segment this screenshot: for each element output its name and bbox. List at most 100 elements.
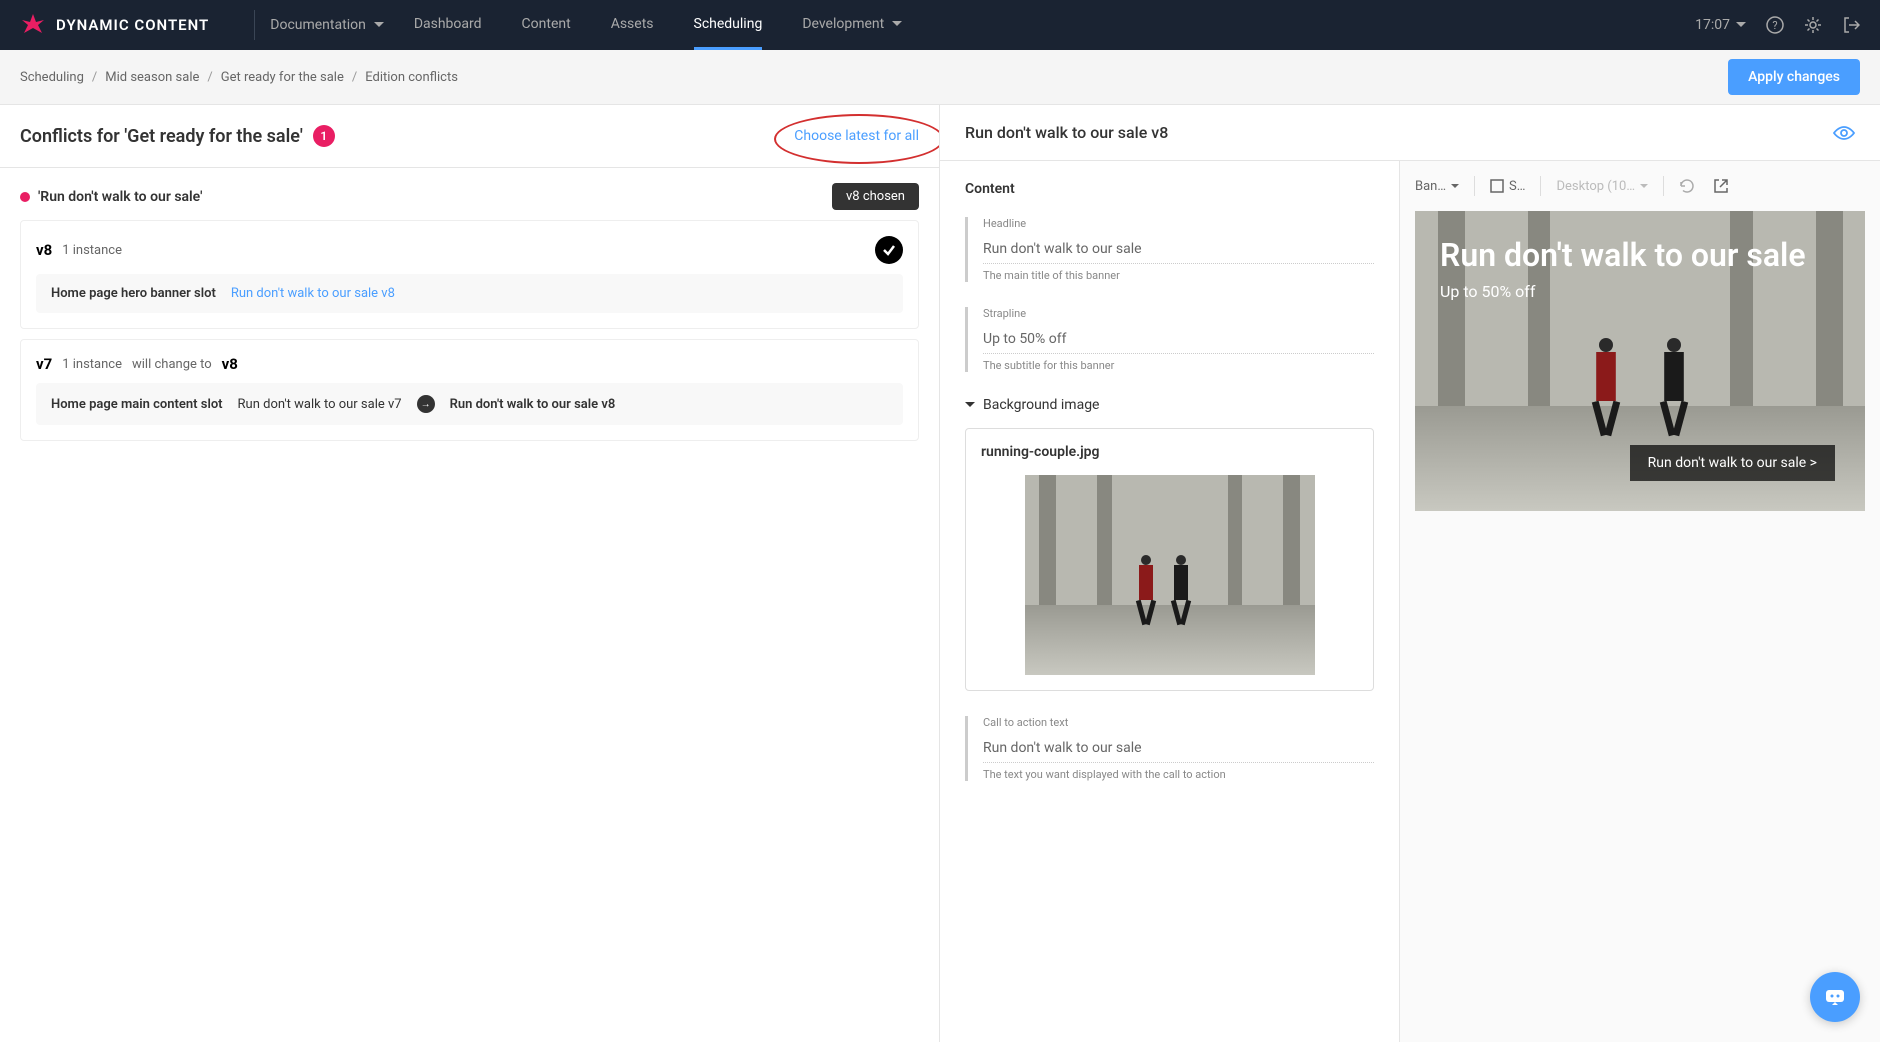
preview-type-label: Ban… bbox=[1415, 179, 1446, 194]
version-block-v7[interactable]: v7 1 instance will change to v8 Home pag… bbox=[20, 339, 919, 441]
chat-icon bbox=[1823, 985, 1847, 1009]
conflict-item: 'Run don't walk to our sale' v8 chosen v… bbox=[0, 168, 939, 466]
image-filename: running-couple.jpg bbox=[981, 444, 1358, 460]
conflict-count-badge: 1 bbox=[313, 125, 335, 147]
nav-item-scheduling[interactable]: Scheduling bbox=[694, 0, 763, 50]
external-link-icon[interactable] bbox=[1713, 178, 1729, 194]
breadcrumb: Scheduling / Mid season sale / Get ready… bbox=[20, 70, 458, 85]
breadcrumb-separator: / bbox=[92, 70, 97, 85]
breadcrumb-bar: Scheduling / Mid season sale / Get ready… bbox=[0, 50, 1880, 105]
breadcrumb-item-current: Edition conflicts bbox=[365, 70, 458, 85]
divider bbox=[254, 10, 255, 40]
nav-item-label: Development bbox=[802, 16, 884, 32]
eye-icon[interactable] bbox=[1833, 125, 1855, 141]
slot-name: Home page hero banner slot bbox=[51, 286, 216, 301]
field-help: The main title of this banner bbox=[983, 269, 1374, 282]
toolbar-separator bbox=[1474, 176, 1475, 196]
strapline-input[interactable] bbox=[983, 325, 1374, 354]
slot-from: Run don't walk to our sale v7 bbox=[238, 397, 402, 412]
slot-to: Run don't walk to our sale v8 bbox=[450, 397, 616, 412]
app-name: DYNAMIC CONTENT bbox=[56, 16, 209, 34]
choose-latest-label: Choose latest for all bbox=[794, 128, 919, 144]
conflict-item-header: 'Run don't walk to our sale' v8 chosen bbox=[20, 183, 919, 210]
content-body: Content Headline The main title of this … bbox=[940, 161, 1880, 1042]
svg-text:?: ? bbox=[1772, 19, 1777, 32]
image-card[interactable]: running-couple.jpg bbox=[965, 428, 1374, 691]
toolbar-separator bbox=[1540, 176, 1541, 196]
chevron-down-icon bbox=[374, 22, 384, 28]
arrow-right-icon: → bbox=[417, 395, 435, 413]
field-help: The subtitle for this banner bbox=[983, 359, 1374, 372]
help-icon[interactable]: ? bbox=[1766, 16, 1784, 34]
logout-icon[interactable] bbox=[1842, 16, 1860, 34]
preview-mode-label: S… bbox=[1509, 179, 1525, 194]
app-logo[interactable]: DYNAMIC CONTENT bbox=[20, 12, 209, 38]
nav-dropdown-label: Documentation bbox=[270, 17, 366, 33]
breadcrumb-item[interactable]: Get ready for the sale bbox=[221, 70, 344, 85]
version-label: v7 1 instance will change to v8 bbox=[36, 355, 238, 373]
breadcrumb-separator: / bbox=[207, 70, 212, 85]
breadcrumb-item[interactable]: Scheduling bbox=[20, 70, 84, 85]
nav-dropdown-documentation[interactable]: Documentation bbox=[270, 17, 384, 33]
nav-item-assets[interactable]: Assets bbox=[611, 0, 654, 50]
conflicts-title-text: Conflicts for 'Get ready for the sale' bbox=[20, 126, 303, 147]
gear-icon[interactable] bbox=[1804, 16, 1822, 34]
nav-items: Dashboard Content Assets Scheduling Deve… bbox=[414, 0, 1695, 50]
preview-type-select[interactable]: Ban… bbox=[1415, 179, 1459, 194]
slot-link[interactable]: Run don't walk to our sale v8 bbox=[231, 286, 395, 301]
preview-mode-select[interactable]: S… bbox=[1490, 179, 1525, 194]
change-to-version: v8 bbox=[222, 355, 238, 373]
field-help: The text you want displayed with the cal… bbox=[983, 768, 1374, 781]
breadcrumb-item[interactable]: Mid season sale bbox=[105, 70, 199, 85]
logo-icon bbox=[20, 12, 46, 38]
instance-count: 1 instance bbox=[62, 357, 122, 372]
form-area: Content Headline The main title of this … bbox=[940, 161, 1400, 1042]
choose-latest-link[interactable]: Choose latest for all bbox=[794, 128, 919, 144]
top-nav: DYNAMIC CONTENT Documentation Dashboard … bbox=[0, 0, 1880, 50]
slot-row: Home page hero banner slot Run don't wal… bbox=[36, 274, 903, 313]
bg-image-toggle[interactable]: Background image bbox=[965, 397, 1374, 413]
slot-row: Home page main content slot Run don't wa… bbox=[36, 383, 903, 425]
nav-item-dashboard[interactable]: Dashboard bbox=[414, 0, 482, 50]
content-panel: Run don't walk to our sale v8 Content He… bbox=[940, 105, 1880, 1042]
nav-item-development[interactable]: Development bbox=[802, 0, 902, 50]
preview-cta-button: Run don't walk to our sale > bbox=[1630, 445, 1835, 481]
chevron-down-icon bbox=[892, 21, 902, 27]
version-block-v8[interactable]: v8 1 instance Home page hero banner slot… bbox=[20, 220, 919, 329]
main: Conflicts for 'Get ready for the sale' 1… bbox=[0, 105, 1880, 1042]
field-label: Headline bbox=[983, 217, 1374, 230]
status-dot bbox=[20, 192, 30, 202]
version-header: v7 1 instance will change to v8 bbox=[36, 355, 903, 373]
toolbar-separator bbox=[1663, 176, 1664, 196]
bg-section-label: Background image bbox=[983, 397, 1099, 413]
preview-toolbar: Ban… S… Desktop (10… bbox=[1415, 176, 1865, 196]
version-number: v7 bbox=[36, 355, 52, 373]
time-value: 17:07 bbox=[1695, 17, 1730, 33]
nav-item-content[interactable]: Content bbox=[522, 0, 571, 50]
conflicts-panel: Conflicts for 'Get ready for the sale' 1… bbox=[0, 105, 940, 1042]
square-icon bbox=[1490, 179, 1504, 193]
preview-area: Ban… S… Desktop (10… bbox=[1400, 161, 1880, 1042]
preview-strapline: Up to 50% off bbox=[1440, 282, 1840, 301]
conflict-item-title: 'Run don't walk to our sale' bbox=[20, 189, 202, 205]
field-label: Call to action text bbox=[983, 716, 1374, 729]
time-display[interactable]: 17:07 bbox=[1695, 17, 1746, 33]
preview-device-select[interactable]: Desktop (10… bbox=[1556, 179, 1648, 194]
breadcrumb-separator: / bbox=[352, 70, 357, 85]
content-title: Run don't walk to our sale v8 bbox=[965, 123, 1168, 142]
conflict-item-name: 'Run don't walk to our sale' bbox=[38, 189, 202, 205]
chat-bubble[interactable] bbox=[1810, 972, 1860, 1022]
image-thumbnail bbox=[1025, 475, 1315, 675]
refresh-icon[interactable] bbox=[1679, 178, 1695, 194]
instance-count: 1 instance bbox=[62, 243, 122, 258]
conflicts-title: Conflicts for 'Get ready for the sale' 1 bbox=[20, 125, 335, 147]
cta-input[interactable] bbox=[983, 734, 1374, 763]
chevron-down-icon bbox=[965, 400, 975, 410]
preview-headline: Run don't walk to our sale bbox=[1440, 236, 1840, 274]
version-header: v8 1 instance bbox=[36, 236, 903, 264]
version-label: v8 1 instance bbox=[36, 241, 122, 259]
chosen-chip: v8 chosen bbox=[832, 183, 919, 210]
content-header: Run don't walk to our sale v8 bbox=[940, 105, 1880, 161]
apply-changes-button[interactable]: Apply changes bbox=[1728, 59, 1860, 95]
headline-input[interactable] bbox=[983, 235, 1374, 264]
